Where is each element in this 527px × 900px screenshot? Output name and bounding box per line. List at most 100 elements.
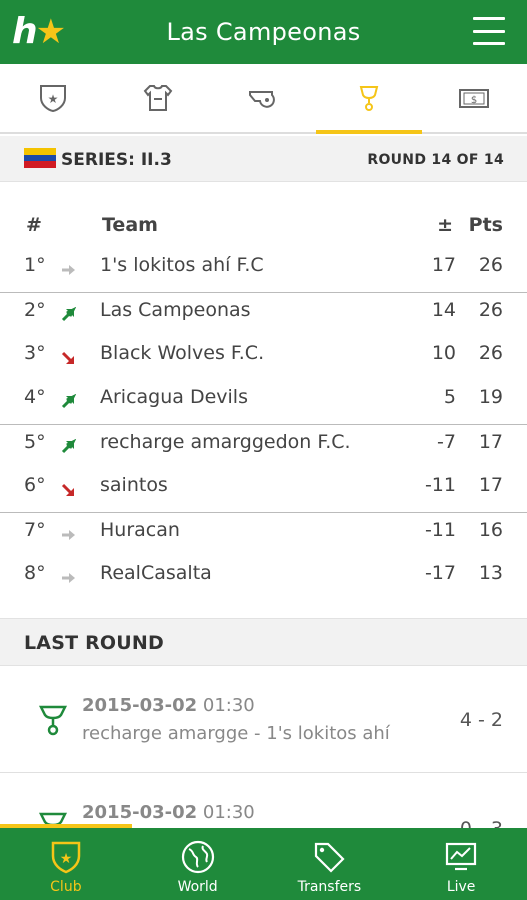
points: 19: [478, 386, 503, 408]
position: 4°: [24, 386, 46, 408]
series-label: SERIES: II.3: [61, 150, 172, 170]
shield-star-icon: ★: [39, 85, 66, 113]
jersey-icon: [143, 85, 173, 111]
trend-same-arrow-icon: [62, 265, 75, 275]
match-datetime: 2015-03-02 01:30: [82, 802, 255, 823]
page-title: Las Campeonas: [166, 18, 361, 46]
trend-up-arrow-icon: [61, 394, 76, 409]
whistle-icon: [248, 91, 275, 108]
nav-transfers[interactable]: Transfers: [264, 828, 396, 900]
tag-icon: [315, 842, 345, 873]
tab-lineup[interactable]: [105, 64, 210, 132]
goal-difference: -17: [424, 562, 456, 584]
match-teams: recharge amarggе - 1's lokitos ahí: [82, 723, 390, 744]
standings-row[interactable]: 2° Las Campeonas 14 26: [0, 292, 527, 336]
trend-up-arrow-icon: [61, 439, 76, 454]
points: 16: [478, 519, 503, 541]
nav-live[interactable]: Live: [395, 828, 527, 900]
club-shield-icon: ★: [51, 841, 81, 874]
standings-row[interactable]: 1° 1's lokitos ahí F.C 17 26: [0, 248, 527, 292]
match-time: 01:30: [202, 695, 255, 716]
trophy-icon: [359, 86, 379, 111]
goal-difference: 10: [431, 342, 456, 364]
last-round-header: LAST ROUND: [0, 618, 527, 666]
standings-row[interactable]: 4° Aricagua Devils 5 19: [0, 380, 527, 424]
goal-difference: 14: [431, 299, 456, 321]
standings-table: # Team ± Pts 1° 1's lokitos ahí F.C 17 26 2°…: [0, 200, 527, 600]
trend-same-arrow-icon: [62, 530, 75, 540]
money-icon: $: [459, 89, 490, 108]
team-name: Las Campeonas: [100, 299, 251, 321]
live-monitor-icon: [446, 842, 477, 871]
goal-difference: 17: [431, 254, 456, 276]
svg-text:$: $: [471, 95, 477, 106]
header-team: Team: [102, 214, 158, 236]
trend-up-arrow-icon: [61, 307, 76, 322]
points: 17: [478, 474, 503, 496]
hamburger-menu-icon[interactable]: [473, 17, 505, 45]
last-round-title: LAST ROUND: [24, 632, 164, 654]
match-datetime: 2015-03-02 01:30: [82, 695, 255, 716]
tab-standings[interactable]: [316, 64, 423, 134]
section-tabs: ★ $: [0, 64, 527, 134]
nav-live-label: Live: [446, 879, 476, 895]
nav-transfers-label: Transfers: [297, 879, 362, 895]
position: 3°: [24, 342, 46, 364]
svg-text:★: ★: [47, 92, 58, 106]
trophy-icon: [38, 705, 68, 736]
match-date: 2015-03-02: [82, 695, 198, 716]
trend-down-arrow-icon: [61, 483, 74, 496]
team-name: Huracan: [100, 519, 180, 541]
goal-difference: 5: [443, 386, 456, 408]
goal-difference: -11: [424, 474, 456, 496]
globe-icon: [181, 840, 214, 874]
bottom-navigation: ★ Club World Transfers Live: [0, 824, 527, 900]
tab-finances[interactable]: $: [422, 64, 527, 132]
trend-down-arrow-icon: [61, 351, 74, 364]
round-label: ROUND 14 OF 14: [367, 152, 504, 168]
app-header: h ★ Las Campeonas: [0, 0, 527, 64]
position: 8°: [24, 562, 46, 584]
svg-text:★: ★: [60, 851, 73, 867]
venezuela-flag-icon: [24, 148, 56, 168]
position: 5°: [24, 431, 46, 453]
team-name: saintos: [100, 474, 168, 496]
match-row[interactable]: 2015-03-02 01:30 recharge amarggе - 1's …: [0, 667, 527, 773]
header-goal-difference: ±: [437, 214, 453, 236]
position: 6°: [24, 474, 46, 496]
team-name: Aricagua Devils: [100, 386, 248, 408]
points: 26: [478, 254, 503, 276]
team-name: RealCasalta: [100, 562, 212, 584]
goal-difference: -11: [424, 519, 456, 541]
nav-club-label: Club: [50, 879, 82, 895]
tab-club[interactable]: ★: [0, 64, 105, 132]
position: 7°: [24, 519, 46, 541]
standings-row[interactable]: 3° Black Wolves F.C. 10 26: [0, 336, 527, 380]
nav-world-label: World: [177, 879, 218, 895]
match-score: 4 - 2: [459, 709, 503, 731]
nav-club[interactable]: ★ Club: [0, 824, 132, 900]
points: 26: [478, 299, 503, 321]
header-position: #: [26, 214, 42, 236]
team-name: Black Wolves F.C.: [100, 342, 265, 364]
team-name: recharge amarggedon F.C.: [100, 431, 351, 453]
team-name: 1's lokitos ahí F.C: [100, 254, 264, 276]
standings-row[interactable]: 8° RealCasalta -17 13: [0, 556, 527, 600]
standings-header-row: # Team ± Pts: [0, 200, 527, 248]
match-date: 2015-03-02: [82, 802, 198, 823]
points: 26: [478, 342, 503, 364]
standings-row[interactable]: 7° Huracan -11 16: [0, 512, 527, 556]
goal-difference: -7: [437, 431, 456, 453]
tab-matches[interactable]: [211, 64, 316, 132]
trend-same-arrow-icon: [62, 573, 75, 583]
match-time: 01:30: [202, 802, 255, 823]
nav-world[interactable]: World: [132, 828, 264, 900]
points: 13: [478, 562, 503, 584]
header-points: Pts: [468, 214, 503, 236]
standings-row[interactable]: 6° saintos -11 17: [0, 468, 527, 512]
position: 1°: [24, 254, 46, 276]
app-root: h ★ Las Campeonas ★ $ SERIES: II.3 ROUND…: [0, 0, 527, 900]
position: 2°: [24, 299, 46, 321]
points: 17: [478, 431, 503, 453]
standings-row[interactable]: 5° recharge amarggedon F.C. -7 17: [0, 424, 527, 468]
